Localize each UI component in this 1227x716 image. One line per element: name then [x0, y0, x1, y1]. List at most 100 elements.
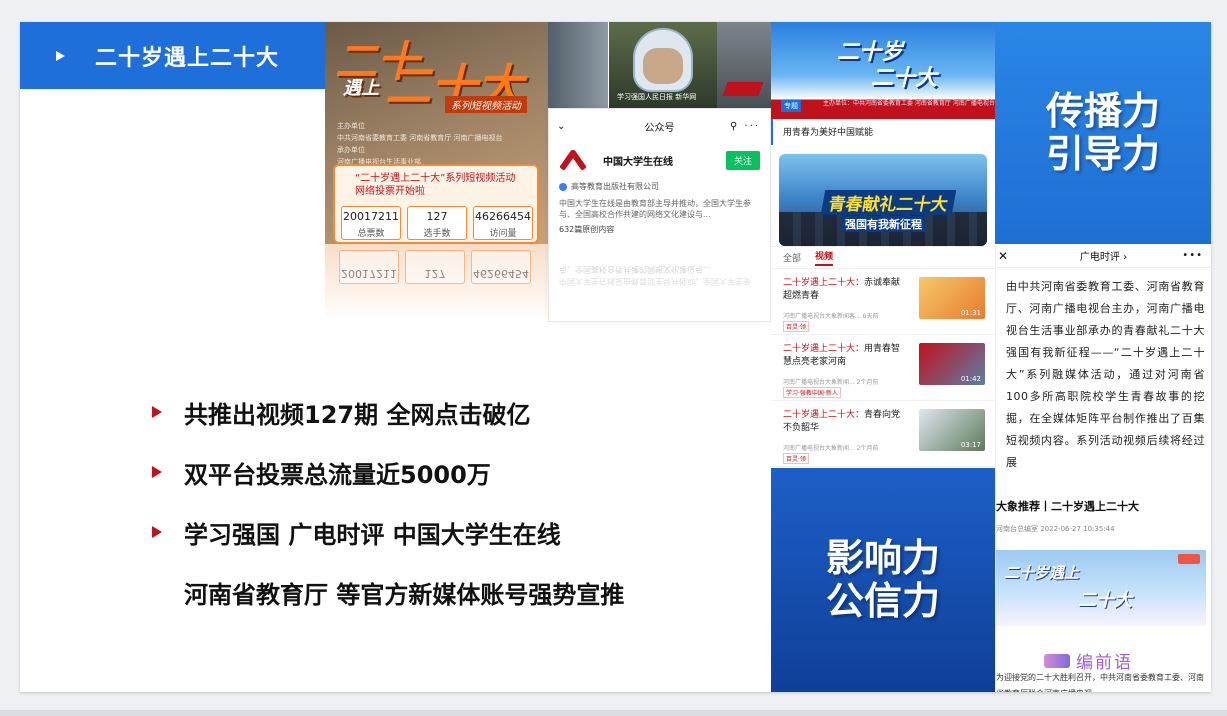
cover-title: 二十大	[1078, 590, 1132, 611]
bottom-scroll-bar	[0, 710, 1227, 716]
tab-video[interactable]: 视频	[815, 249, 834, 266]
account-description: 中国大学生在线是由教育部主导并推动，全国大学生参与、全国高校合作共建的网络文化建…	[559, 199, 751, 219]
poster-title-part: 遇上	[343, 78, 379, 99]
more-icon[interactable]: ···	[744, 121, 760, 132]
editor-note-icon	[1044, 653, 1070, 668]
article-count: 632篇原创内容	[559, 225, 615, 234]
recommend-meta: 河南台总编室 2022-06-27 10:35:44	[996, 525, 1115, 533]
video-tabs: 全部 视频	[771, 247, 995, 269]
photo-caption: 学习强国人民日报 新华网	[617, 93, 697, 101]
video-item[interactable]: 二十岁遇上二十大：用青春智慧点亮老家河南 河南广播电视台大象新闻... 2个月前…	[771, 335, 995, 401]
cover-badge	[1178, 554, 1200, 564]
bullet-item: 共推出视频127期 全网点击破亿	[152, 382, 624, 442]
stat-visits: 46266454 访问量	[473, 206, 533, 240]
bullet-item: 学习强国 广电时评 中国大学生在线	[152, 502, 624, 562]
article-source[interactable]: 广电时评 ›	[1080, 248, 1127, 263]
stat-value: 20017211	[341, 267, 397, 280]
video-chip: 百灵·领	[783, 453, 809, 464]
vote-title: “二十岁遇上二十大”系列短视频活动网络投票开始啦	[355, 173, 516, 197]
campaign-poster: 二十 遇上 二十大 系列短视频活动 主办单位 中共河南省委教育工委 河南省教育厅…	[325, 22, 548, 244]
video-meta: 河南广播电视台大象新闻... 2个月前	[783, 445, 879, 452]
video-title-prefix: 二十岁遇上二十大：	[783, 278, 865, 288]
article-header: ✕ 广电时评 › •••	[996, 244, 1211, 268]
stat-total-votes: 20017211 总票数	[341, 206, 401, 240]
stat-value: 127	[426, 210, 448, 223]
bullet-triangle-icon	[152, 526, 162, 538]
subtitle-strip: 用青春为美好中国赋能	[771, 119, 995, 145]
article-panel: ✕ 广电时评 › ••• 由中共河南省委教育工委、河南省教育厅、河南广播电视台主…	[995, 244, 1211, 692]
stat-value: 20017211	[343, 210, 399, 223]
bullet-text: 双平台投票总流量近5000万	[184, 460, 491, 489]
video-chip: 学习·强教中国·新人	[783, 387, 841, 398]
video-item[interactable]: 二十岁遇上二十大：赤诚奉献 超燃青春 河南广播电视台大象新闻客... 6天前 百…	[771, 269, 995, 335]
chevron-down-icon[interactable]: ⌄	[557, 121, 565, 132]
face	[643, 48, 683, 84]
video-item[interactable]: 二十岁遇上二十大：青春向党 不负韶华 河南广播电视台大象新闻... 2个月前 百…	[771, 401, 995, 467]
stat-contestants: 127 选手数	[407, 206, 467, 240]
banner-organizers: 主办单位：中共河南省委教育工委 河南省教育厅 河南广播电视台	[823, 100, 995, 107]
article-source-name: 广电时评	[1079, 252, 1120, 263]
more-icon[interactable]: •••	[1182, 250, 1203, 261]
video-meta: 河南广播电视台大象新闻客... 6天前	[783, 313, 879, 320]
vote-card: “二十岁遇上二十大”系列短视频活动网络投票开始啦 20017211 总票数 12…	[333, 164, 539, 244]
bullet-triangle-icon	[152, 406, 162, 418]
photo-blurred	[548, 22, 608, 108]
video-chip: 百灵·领	[783, 321, 809, 332]
credit-line: 中共河南省委教育工委 河南省教育厅 河南广播电视台	[337, 134, 503, 142]
follow-button[interactable]: 关注	[725, 150, 760, 170]
stat-label: 选手数	[423, 229, 451, 239]
bullet-text: 河南省教育厅 等官方新媒体账号强势宣推	[184, 580, 625, 609]
poster-slogan: 系列短视频活动	[445, 96, 527, 113]
stat-value: 46266454	[473, 267, 529, 280]
tile-influence: 影响力 公信力	[771, 468, 995, 692]
video-thumbnail[interactable]: 01:31	[919, 277, 985, 319]
photo-flag	[717, 22, 771, 108]
credit-line: 主办单位	[337, 122, 365, 130]
stat-label: 总票数	[357, 229, 385, 239]
cert-text: 高等教育出版社有限公司	[571, 182, 659, 191]
bullet-text: 共推出视频127期 全网点击破亿	[184, 400, 531, 429]
video-duration: 01:31	[960, 309, 981, 317]
tile-line: 传播力	[1045, 89, 1160, 134]
tab-all[interactable]: 全部	[783, 251, 801, 264]
cover-title: 二十岁遇上	[1004, 564, 1080, 582]
slide-title: 二十岁遇上二十大	[95, 45, 280, 71]
wechat-header: ⌄ 公众号 ⚲ ···	[549, 109, 770, 143]
video-title: 二十岁遇上二十大：青春向党 不负韶华	[783, 409, 905, 435]
tile-communication: 传播力 引导力	[995, 22, 1211, 244]
video-list: 全部 视频 二十岁遇上二十大：赤诚奉献 超燃青春 河南广播电视台大象新闻客...…	[771, 246, 995, 468]
photo-volunteer: 学习强国人民日报 新华网	[609, 22, 717, 108]
graduation-banner-line2: 强国有我新征程	[841, 216, 926, 232]
video-duration: 01:42	[960, 375, 981, 383]
poster-credits: 主办单位 中共河南省委教育工委 河南省教育厅 河南广播电视台 承办单位 河南广播…	[337, 120, 502, 168]
recommend-title[interactable]: 大象推荐丨二十岁遇上二十大	[996, 498, 1139, 514]
topic-tag: 专题	[781, 100, 801, 112]
article-cover-image: 二十岁遇上 二十大	[996, 550, 1206, 626]
video-title-prefix: 二十岁遇上二十大：	[783, 344, 865, 354]
search-icon[interactable]: ⚲	[730, 121, 739, 132]
video-thumbnail[interactable]: 01:42	[919, 343, 985, 385]
slide: 二十岁遇上二十大 共推出视频127期 全网点击破亿 双平台投票总流量近5000万…	[20, 22, 1211, 692]
banner-title: 二十大	[871, 66, 938, 91]
red-flag	[722, 82, 764, 96]
account-logo-icon	[559, 147, 589, 173]
wechat-header-title: 公众号	[644, 122, 675, 134]
article-footer-text: 为迎接党的二十大胜利召开，中共河南省委教育工委、河南省教育厅联合河南广播电视	[996, 673, 1204, 692]
sky-banner: 二十岁 二十大 专题 主办单位：中共河南省委教育工委 河南省教育厅 河南广播电视…	[771, 22, 995, 119]
tile-line: 公信力	[825, 579, 940, 623]
account-name[interactable]: 中国大学生在线	[603, 153, 726, 168]
close-icon[interactable]: ✕	[998, 249, 1008, 263]
stat-value: 46266454	[475, 210, 531, 223]
wechat-header-actions: ⚲ ···	[730, 121, 760, 132]
title-banner: 二十岁遇上二十大	[20, 22, 325, 89]
video-thumbnail[interactable]: 03:17	[919, 409, 985, 451]
vote-stats: 20017211 总票数 127 选手数 46266454 访问量	[341, 206, 533, 240]
stat-value: 127	[424, 267, 446, 280]
credit-line: 承办单位	[337, 146, 365, 154]
article-body: 由中共河南省委教育工委、河南省教育厅、河南广播电视台主办，河南广播电视台生活事业…	[1006, 280, 1205, 469]
bullet-list: 共推出视频127期 全网点击破亿 双平台投票总流量近5000万 学习强国 广电时…	[152, 382, 624, 622]
reflected-stat: 20017211	[339, 250, 399, 284]
bullet-item: 双平台投票总流量近5000万	[152, 442, 624, 502]
certification: 高等教育出版社有限公司	[549, 177, 770, 196]
bullet-text: 学习强国 广电时评 中国大学生在线	[184, 520, 561, 549]
